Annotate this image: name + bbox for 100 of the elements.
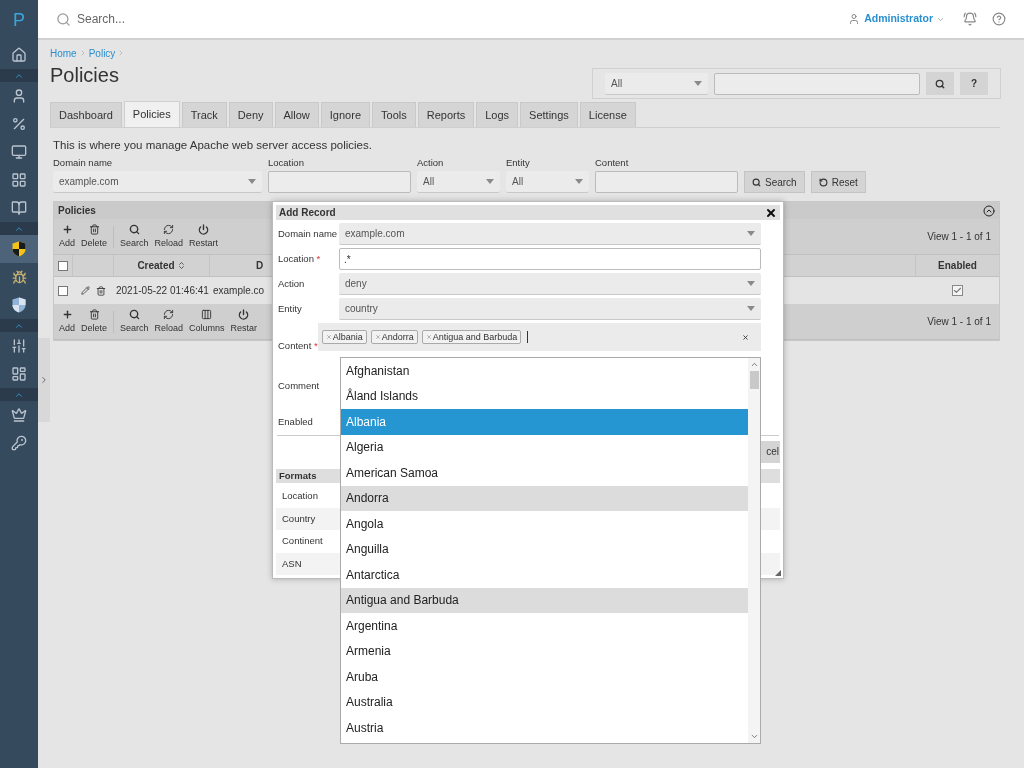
dropdown-option[interactable]: Afghanistan (341, 358, 748, 384)
dropdown-option[interactable]: Antigua and Barbuda (341, 587, 748, 613)
checkbox[interactable] (58, 285, 68, 296)
filter-button[interactable]: Search (744, 171, 805, 193)
tab[interactable]: Logs (476, 102, 519, 127)
location-input[interactable]: .* (339, 248, 761, 270)
toolbar-button[interactable]: Add (56, 309, 78, 334)
filter-label: Action (417, 157, 445, 169)
search-icon (935, 78, 945, 89)
trash-icon (88, 309, 100, 320)
scroll-up-icon[interactable] (749, 360, 759, 369)
dropdown-option[interactable]: Australia (341, 689, 748, 715)
dropdown-option[interactable]: Algeria (341, 434, 748, 460)
toolbar-button[interactable]: Reload (151, 309, 187, 334)
user-menu[interactable]: Administrator (864, 11, 933, 27)
scrollbar[interactable] (748, 358, 760, 743)
bell-icon[interactable] (963, 12, 977, 26)
select-field[interactable]: All (417, 171, 500, 193)
format-row-label: ASN (282, 556, 302, 571)
filter-input[interactable] (595, 171, 738, 193)
toolbar-button[interactable]: Search (117, 309, 152, 334)
column-header[interactable]: Created (137, 258, 175, 273)
quick-search-input[interactable] (714, 72, 920, 95)
resize-handle-icon[interactable] (775, 570, 781, 576)
table-cell-text: 2021-05-22 01:46:41 (115, 284, 209, 298)
trash-icon[interactable] (95, 285, 106, 296)
tab[interactable]: Deny (228, 102, 273, 127)
refresh-icon (163, 224, 175, 235)
dropdown-option[interactable]: Andorra (341, 485, 748, 511)
dropdown-option[interactable]: Åland Islands (341, 383, 748, 409)
search-button[interactable] (926, 72, 954, 95)
columns-icon (201, 309, 213, 320)
edit-icon[interactable] (80, 286, 90, 295)
collapse-icon[interactable] (983, 204, 995, 217)
tab[interactable]: Track (181, 102, 227, 127)
tags-field[interactable]: Albania Andorra Antigua and Barbuda (317, 323, 761, 351)
toolbar-button[interactable]: Columns (186, 309, 228, 334)
sidebar-item[interactable] (0, 235, 38, 263)
dropdown-option[interactable]: Austria (341, 715, 748, 741)
tab[interactable]: Reports (417, 102, 475, 127)
tab[interactable]: Tools (372, 102, 416, 127)
dropdown-option[interactable]: American Samoa (341, 460, 748, 486)
select-field[interactable]: deny (339, 273, 761, 295)
checkbox[interactable] (58, 260, 68, 271)
caret-icon (575, 179, 583, 184)
sort-icon (176, 261, 186, 270)
collapse-handle[interactable] (38, 338, 50, 422)
remove-icon (325, 334, 332, 340)
tab[interactable]: Settings (520, 102, 578, 127)
plus-icon (61, 309, 73, 320)
select-field[interactable]: All (605, 72, 708, 95)
dropdown-option[interactable]: Armenia (341, 638, 748, 664)
select-field[interactable]: example.com (339, 223, 761, 245)
toolbar-button[interactable]: Reload (151, 224, 187, 249)
trash-icon (88, 224, 100, 235)
dialog-title: Add Record (279, 206, 336, 220)
scroll-thumb[interactable] (749, 371, 759, 389)
select-field[interactable]: country (339, 298, 761, 320)
select-field[interactable]: example.com (53, 171, 262, 193)
filter-label: Domain name (53, 157, 114, 169)
tag[interactable]: Antigua and Barbuda (421, 330, 522, 344)
filter-input[interactable] (268, 171, 411, 193)
search-field[interactable]: Search... (77, 10, 377, 28)
tag[interactable]: Andorra (370, 330, 418, 344)
page-description: This is where you manage Apache web server access policies. (53, 138, 373, 152)
toolbar-button[interactable]: Search (117, 224, 152, 249)
toolbar-button[interactable]: Add (56, 224, 78, 249)
toolbar-button[interactable]: Delete (78, 309, 111, 334)
tab[interactable]: Ignore (320, 102, 370, 127)
tab[interactable]: License (579, 102, 636, 127)
page-title: Policies (50, 63, 119, 88)
help-button[interactable]: ? (960, 72, 988, 95)
pager-text: View 1 - 1 of 1 (927, 230, 991, 244)
tab[interactable]: Policies (123, 101, 180, 127)
filter-label: Content (595, 157, 630, 169)
help-icon[interactable] (992, 12, 1006, 26)
search-icon (128, 309, 140, 320)
scroll-down-icon[interactable] (749, 732, 759, 741)
toolbar-button[interactable]: Restar (227, 309, 261, 334)
clear-icon[interactable] (742, 333, 749, 341)
field-label: Location * (277, 251, 322, 266)
column-header[interactable]: Enabled (938, 258, 977, 273)
select-field[interactable]: All (506, 171, 589, 193)
search-icon (128, 224, 140, 235)
tab[interactable]: Allow (274, 102, 319, 127)
dropdown-option[interactable]: Angola (341, 511, 748, 537)
toolbar-button[interactable]: Restart (186, 224, 222, 249)
toolbar-button[interactable]: Delete (78, 224, 111, 249)
grid-icon (11, 172, 27, 188)
column-header[interactable]: D (256, 258, 264, 273)
close-icon[interactable] (765, 206, 777, 219)
dropdown-option[interactable]: Anguilla (341, 536, 748, 562)
filter-button[interactable]: Reset (810, 171, 866, 193)
tab[interactable]: Dashboard (50, 102, 122, 127)
tag[interactable]: Albania (321, 330, 367, 344)
caret-icon (747, 306, 755, 311)
user-icon (848, 13, 861, 25)
dropdown-option[interactable]: Aruba (341, 664, 748, 690)
dropdown-option[interactable]: Argentina (341, 613, 748, 639)
dropdown-option[interactable]: Antarctica (341, 562, 748, 588)
